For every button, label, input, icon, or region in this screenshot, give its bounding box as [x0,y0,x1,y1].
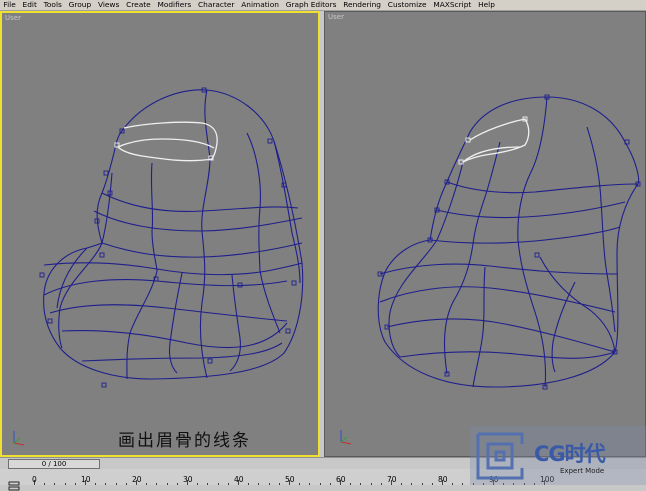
menu-modifiers[interactable]: Modifiers [154,0,195,10]
menu-animation[interactable]: Animation [238,0,282,10]
menu-edit[interactable]: Edit [19,0,40,10]
timeline-tick-label: 80 [438,475,448,484]
menu-help[interactable]: Help [475,0,499,10]
menu-file[interactable]: File [0,0,19,10]
track-bar-icon[interactable] [8,481,20,491]
timeline-tick-label: 50 [285,475,295,484]
timeline-tick-label: 0 [32,475,37,484]
timeline-tick-label: 10 [81,475,91,484]
menu-views[interactable]: Views [95,0,123,10]
watermark-subtext: Expert Mode [560,467,605,475]
menu-rendering[interactable]: Rendering [340,0,385,10]
wireframe-mesh-right [340,94,641,445]
timeline-tick-label: 70 [387,475,397,484]
menu-create[interactable]: Create [123,0,154,10]
menu-tools[interactable]: Tools [40,0,65,10]
time-slider[interactable]: 0 / 100 [8,459,100,469]
menu-bar: File Edit Tools Group Views Create Modif… [0,0,646,11]
wireframe-mesh-left [13,87,304,446]
watermark-brand: CG时代 [534,442,606,466]
viewport-left[interactable]: User [0,11,320,457]
menu-group[interactable]: Group [65,0,94,10]
menu-customize[interactable]: Customize [384,0,430,10]
menu-maxscript[interactable]: MAXScript [430,0,475,10]
timeline-tick-label: 30 [183,475,193,484]
timeline-tick-label: 20 [132,475,142,484]
timeline-tick-label: 40 [234,475,244,484]
annotation-caption: 画出眉骨的线条 [118,431,251,451]
menu-graph-editors[interactable]: Graph Editors [282,0,340,10]
axis-tripod-icon [340,430,352,445]
timeline-tick-label: 60 [336,475,346,484]
menu-character[interactable]: Character [195,0,238,10]
axis-tripod-icon [13,431,25,446]
viewport-right[interactable]: User [324,11,646,457]
